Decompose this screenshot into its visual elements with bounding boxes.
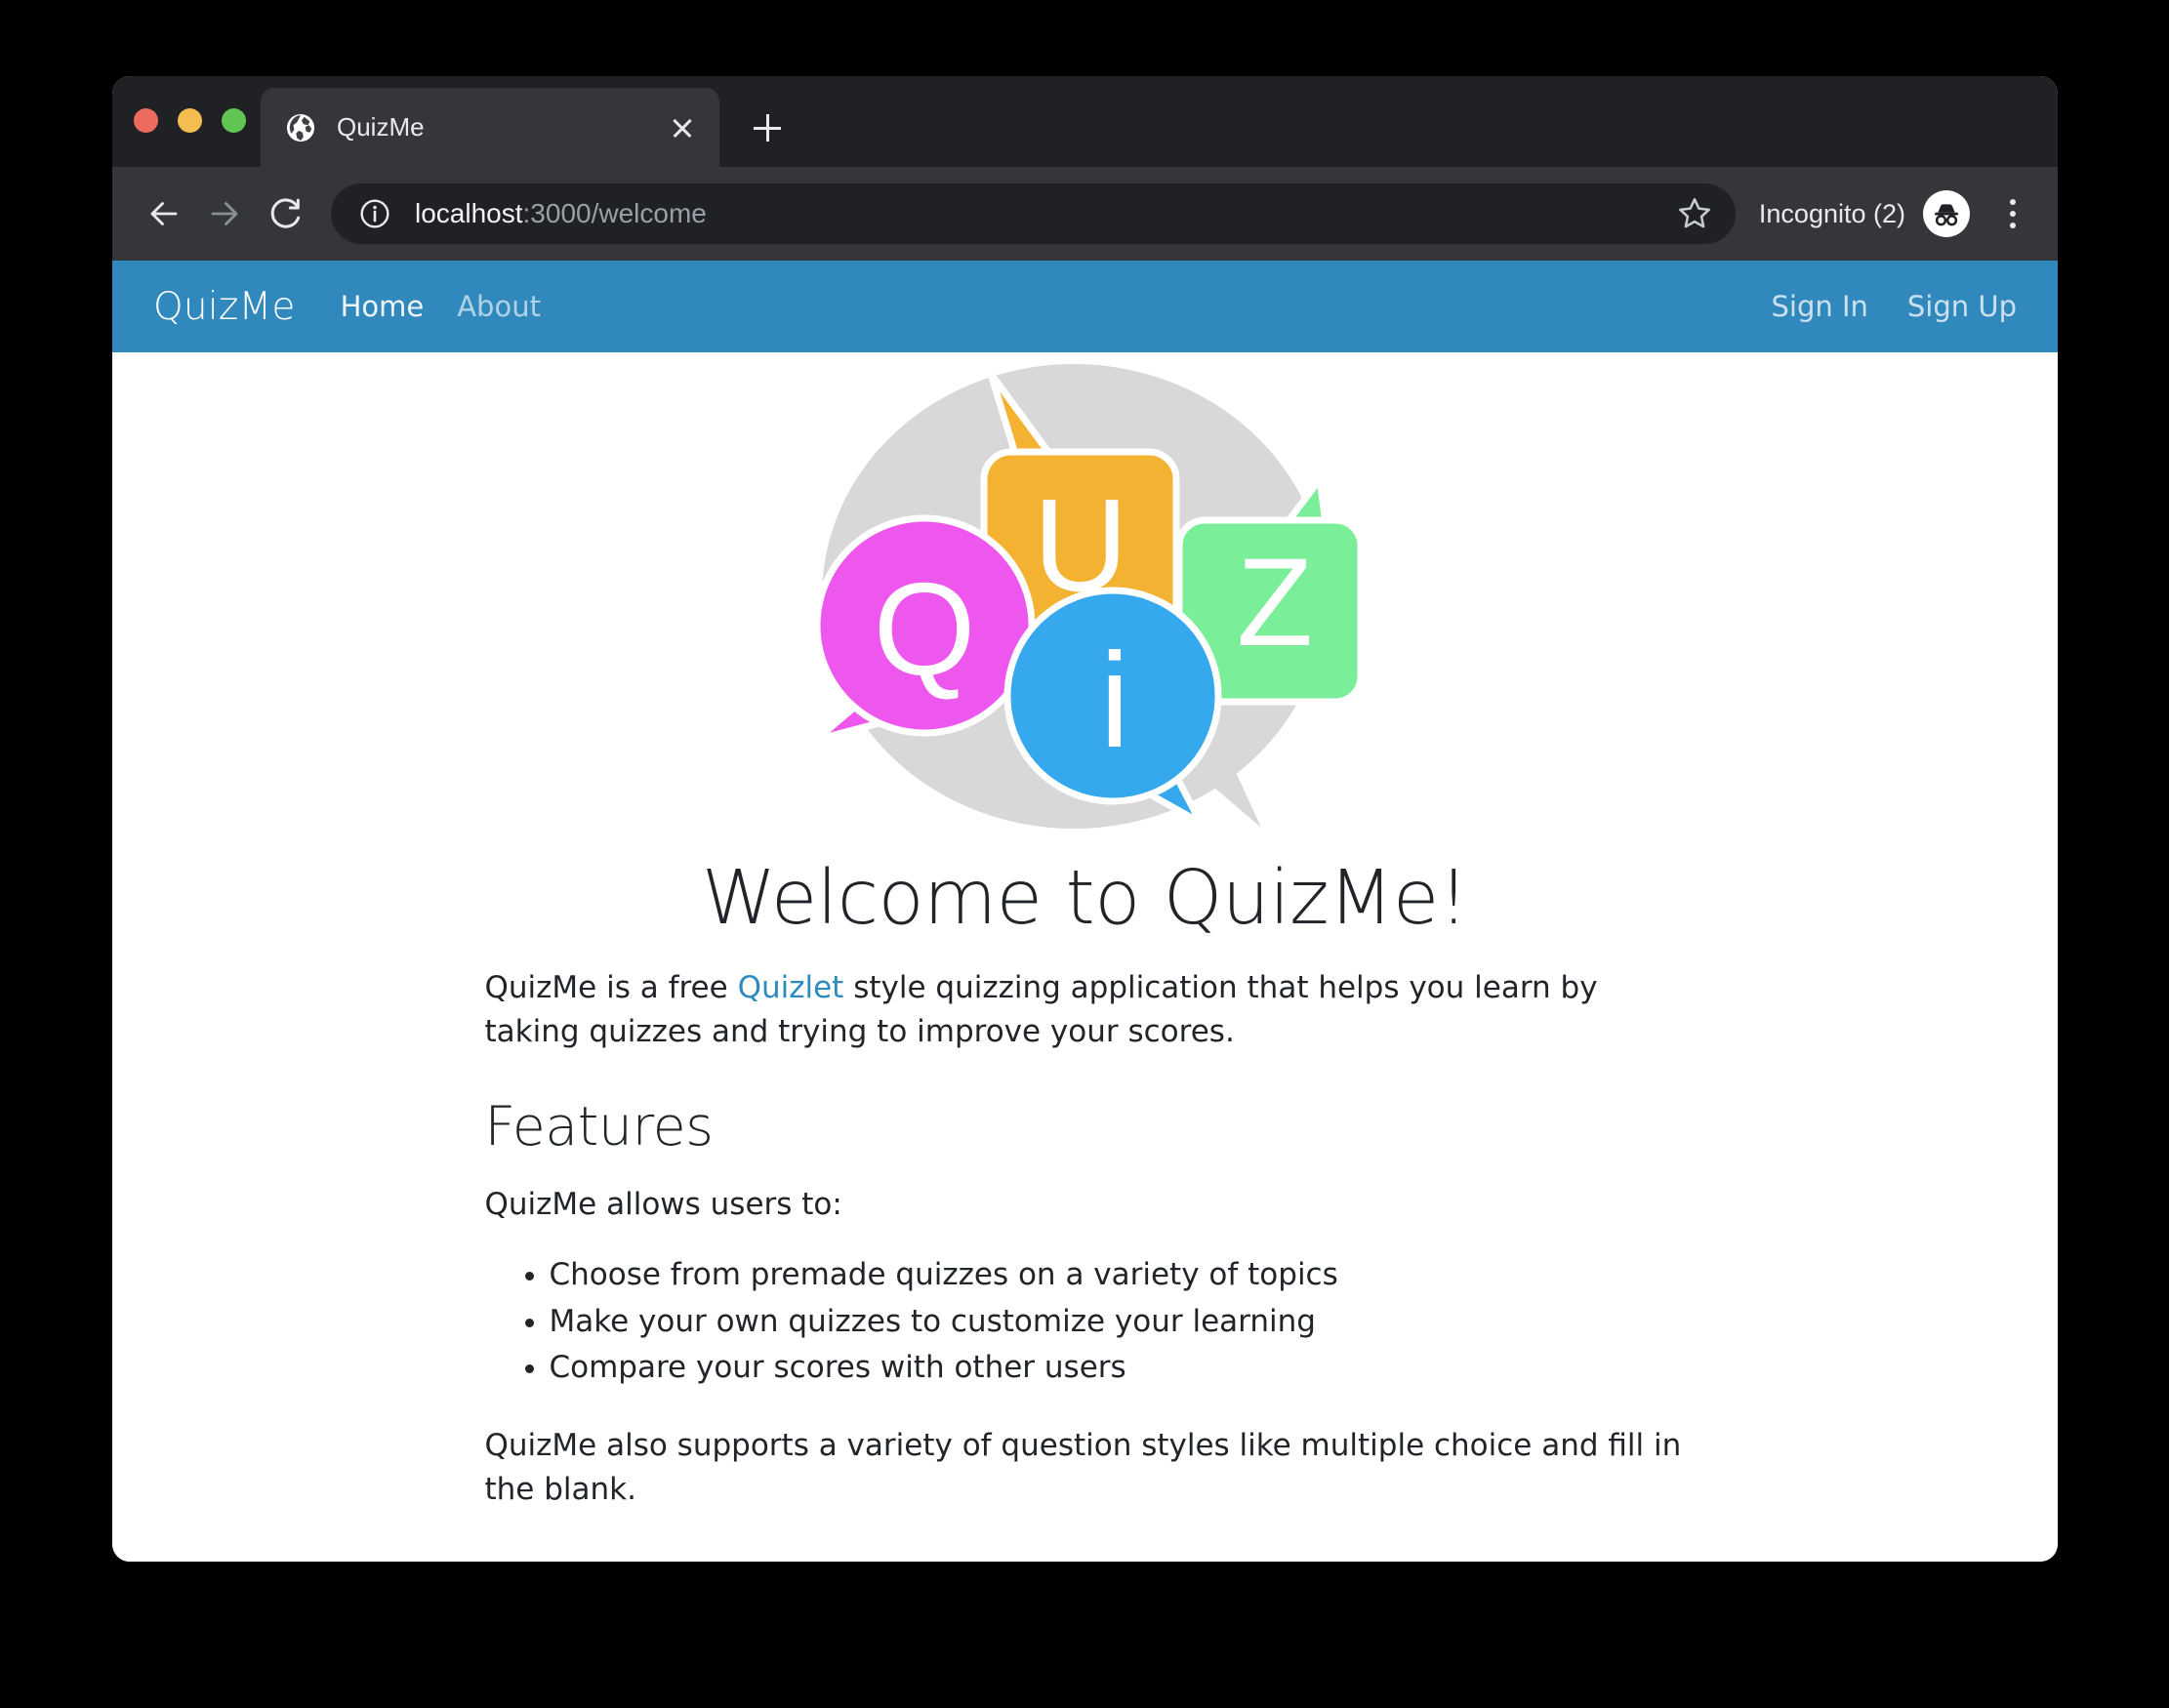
site-navbar: QuizMe Home About Sign In Sign Up [112,261,2058,352]
nav-link-sign-in[interactable]: Sign In [1771,290,1867,323]
arrow-left-icon [150,202,178,225]
address-bar[interactable]: localhost:3000/welcome [331,183,1736,244]
url-path: :3000/welcome [522,198,707,228]
intro-text-before: QuizMe is a free [484,969,738,1005]
reload-icon [270,198,301,228]
url-host: localhost [415,198,523,228]
window-minimize-button[interactable] [178,108,202,133]
nav-link-home[interactable]: Home [341,290,425,323]
features-intro: QuizMe allows users to: [484,1187,842,1223]
browser-menu-button[interactable] [1989,190,2036,237]
profile-label[interactable]: Incognito (2) [1759,199,1905,229]
window-zoom-button[interactable] [222,108,246,133]
incognito-icon [1935,204,1958,226]
browser-tab[interactable]: QuizMe [261,88,719,167]
logo-container: U Z Q i [112,352,2058,852]
window-traffic-lights [134,108,246,133]
svg-text:Q: Q [873,555,975,703]
page-content: U Z Q i Welcome to QuizMe! QuizMe is a f… [112,352,2058,1512]
star-icon [1678,197,1710,228]
window-close-button[interactable] [134,108,158,133]
menu-dot [2010,223,2016,228]
address-bar-text: localhost:3000/welcome [415,198,1671,229]
bookmark-button[interactable] [1671,190,1718,237]
globe-icon [286,113,315,142]
nav-link-sign-up[interactable]: Sign Up [1907,290,2017,323]
browser-toolbar: localhost:3000/welcome Incognito (2) [112,167,2058,261]
nav-link-about[interactable]: About [457,290,541,323]
page-viewport: QuizMe Home About Sign In Sign Up U Z Q … [112,261,2058,1562]
reload-button[interactable] [255,183,315,244]
quizme-logo: U Z Q i [812,364,1364,829]
browser-tab-strip: QuizMe [112,76,2058,167]
quizlet-link[interactable]: Quizlet [738,970,844,1005]
incognito-avatar[interactable] [1923,190,1970,237]
list-item: Compare your scores with other users [550,1345,1686,1391]
closing-paragraph: QuizMe also supports a variety of questi… [484,1427,1682,1508]
menu-dot [2010,211,2016,217]
site-navbar-right: Sign In Sign Up [1732,290,2017,323]
close-icon[interactable] [663,108,702,147]
page-body: Welcome to QuizMe! QuizMe is a free Quiz… [484,855,1686,1512]
intro-paragraph: QuizMe is a free Quizlet style quizzing … [485,966,1686,1055]
menu-dot [2010,199,2016,205]
browser-tab-title: QuizMe [337,112,425,142]
back-button[interactable] [134,183,194,244]
logo-bubble-q: Q [812,514,1035,744]
list-item: Choose from premade quizzes on a variety… [550,1252,1686,1298]
svg-text:i: i [1099,626,1129,776]
browser-window: QuizMe localhost:3000/welcome Incognito … [112,76,2058,1562]
page-title: Welcome to QuizMe! [701,855,1469,942]
forward-button[interactable] [194,183,255,244]
arrow-right-icon [211,202,238,225]
site-brand[interactable]: QuizMe [153,285,296,329]
list-item: Make your own quizzes to customize your … [550,1299,1686,1345]
new-tab-button[interactable] [747,107,788,148]
features-heading: Features [484,1095,714,1159]
svg-text:Z: Z [1236,533,1312,672]
info-circle-icon[interactable] [358,197,391,230]
features-list: Choose from premade quizzes on a variety… [485,1252,1686,1390]
